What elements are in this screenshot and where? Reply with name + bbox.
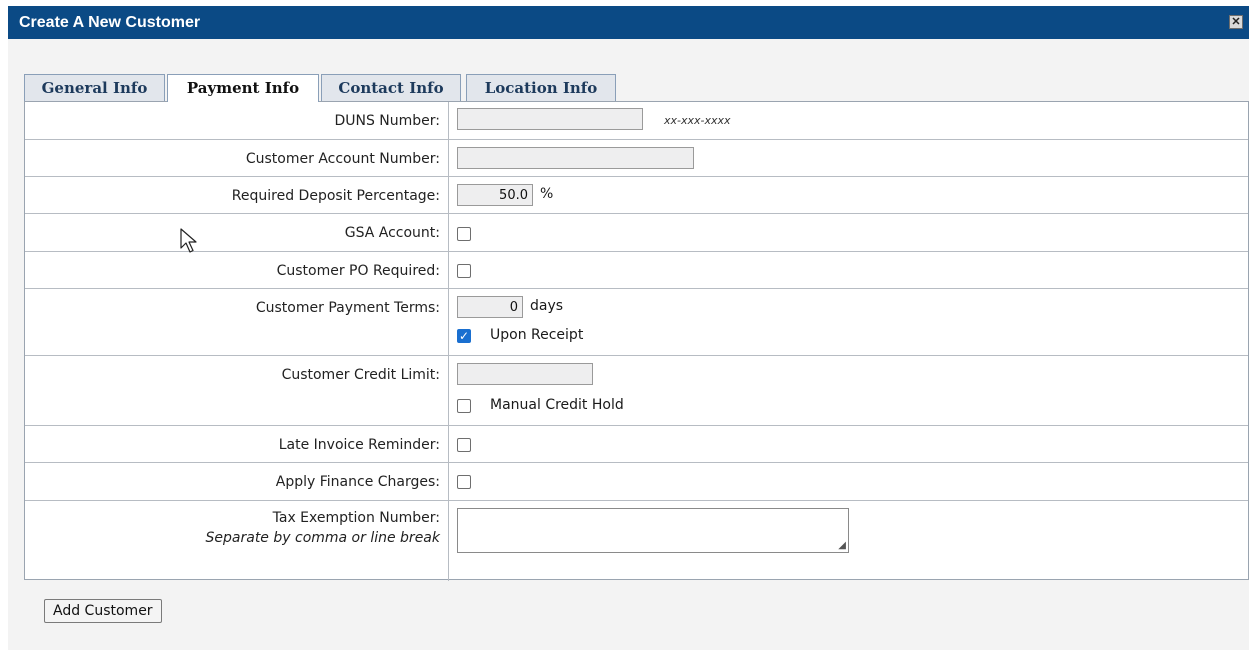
dialog-body: General Info Payment Info Contact Info L… xyxy=(8,39,1249,650)
tab-contact-info[interactable]: Contact Info xyxy=(321,74,461,101)
form-row-po-required: Customer PO Required: xyxy=(25,252,1248,289)
payment-terms-unit: days xyxy=(530,298,564,314)
close-icon[interactable]: ✕ xyxy=(1229,15,1243,29)
payment-terms-input[interactable] xyxy=(457,296,523,318)
dialog-title: Create A New Customer xyxy=(19,14,201,31)
form-row-late-reminder: Late Invoice Reminder: xyxy=(25,426,1248,463)
credit-limit-input[interactable] xyxy=(457,363,593,385)
dialog-titlebar: Create A New Customer ✕ xyxy=(8,6,1249,39)
upon-receipt-checkbox[interactable]: ✓ xyxy=(457,329,471,343)
form-row-gsa: GSA Account: xyxy=(25,214,1248,252)
form-row-deposit: Required Deposit Percentage: % xyxy=(25,177,1248,214)
manual-credit-hold-label: Manual Credit Hold xyxy=(490,397,624,413)
po-required-checkbox[interactable] xyxy=(457,264,471,278)
tab-location-info[interactable]: Location Info xyxy=(466,74,616,101)
account-number-input[interactable] xyxy=(457,147,694,169)
form-row-tax-exemption: Tax Exemption Number: Separate by comma … xyxy=(25,501,1248,581)
credit-limit-label: Customer Credit Limit: xyxy=(25,356,449,425)
tab-payment-info[interactable]: Payment Info xyxy=(167,74,319,102)
form-row-finance-charges: Apply Finance Charges: xyxy=(25,463,1248,501)
late-reminder-label: Late Invoice Reminder: xyxy=(25,426,449,462)
payment-info-form: DUNS Number: xx-xxx-xxxx Customer Accoun… xyxy=(24,101,1249,581)
checkmark-icon: ✓ xyxy=(458,329,470,343)
payment-terms-label: Customer Payment Terms: xyxy=(25,289,449,355)
gsa-checkbox[interactable] xyxy=(457,227,471,241)
duns-label: DUNS Number: xyxy=(25,102,449,139)
deposit-label: Required Deposit Percentage: xyxy=(25,177,449,213)
duns-format-hint: xx-xxx-xxxx xyxy=(664,114,731,127)
tax-exemption-label-cell: Tax Exemption Number: Separate by comma … xyxy=(25,501,449,581)
form-row-account-number: Customer Account Number: xyxy=(25,140,1248,177)
form-row-duns: DUNS Number: xx-xxx-xxxx xyxy=(25,102,1248,140)
duns-input[interactable] xyxy=(457,108,643,130)
form-row-payment-terms: Customer Payment Terms: days ✓ Upon Rece… xyxy=(25,289,1248,356)
tax-exemption-label: Tax Exemption Number: xyxy=(272,510,440,526)
gsa-label: GSA Account: xyxy=(25,214,449,251)
upon-receipt-label: Upon Receipt xyxy=(490,327,584,343)
form-row-credit-limit: Customer Credit Limit: Manual Credit Hol… xyxy=(25,356,1248,426)
finance-charges-label: Apply Finance Charges: xyxy=(25,463,449,500)
account-number-label: Customer Account Number: xyxy=(25,140,449,176)
po-required-label: Customer PO Required: xyxy=(25,252,449,288)
mouse-pointer-icon xyxy=(180,228,197,253)
late-reminder-checkbox[interactable] xyxy=(457,438,471,452)
resize-grip-icon[interactable]: ◢ xyxy=(838,540,846,551)
deposit-input[interactable] xyxy=(457,184,533,206)
tax-exemption-textarea[interactable]: ◢ xyxy=(457,508,849,553)
finance-charges-checkbox[interactable] xyxy=(457,475,471,489)
tax-exemption-hint: Separate by comma or line break xyxy=(205,530,440,546)
manual-credit-hold-checkbox[interactable] xyxy=(457,399,471,413)
deposit-unit: % xyxy=(540,186,554,202)
tab-general-info[interactable]: General Info xyxy=(24,74,165,101)
add-customer-button[interactable]: Add Customer xyxy=(44,599,162,623)
